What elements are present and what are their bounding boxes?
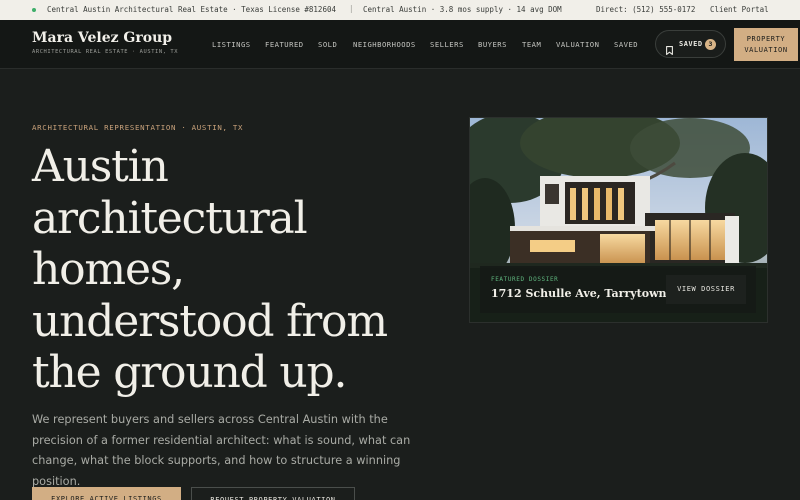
featured-address[interactable]: 1712 Schulle Ave, Tarrytown <box>491 287 667 300</box>
brand-logo[interactable]: Mara Velez Group <box>32 30 172 46</box>
divider: | <box>349 4 354 13</box>
nav-sold[interactable]: SOLD <box>318 40 337 49</box>
nav-neighborhoods[interactable]: NEIGHBORHOODS <box>353 40 416 49</box>
featured-dossier-card: FEATURED DOSSIER 1712 Schulle Ave, Tarry… <box>480 266 756 313</box>
status-dot-icon <box>32 8 36 12</box>
valuation-label-line2: VALUATION <box>744 45 788 54</box>
nav-sellers[interactable]: SELLERS <box>430 40 464 49</box>
headline-line: Austin <box>32 141 169 192</box>
hero-lead: We represent buyers and sellers across C… <box>32 413 411 488</box>
headline-line: architectural <box>32 192 308 244</box>
request-valuation-button[interactable]: REQUEST PROPERTY VALUATION <box>191 487 355 500</box>
headline-line: the ground up. <box>32 347 347 398</box>
nav-buyers[interactable]: BUYERS <box>478 40 507 49</box>
headline-line: understood from <box>32 295 388 347</box>
nav-team[interactable]: TEAM <box>522 40 541 49</box>
view-dossier-button[interactable]: VIEW DOSSIER <box>666 275 746 304</box>
bookmark-icon <box>666 40 673 59</box>
client-portal-link[interactable]: Client Portal <box>710 5 769 14</box>
hero-eyebrow: ARCHITECTURAL REPRESENTATION · AUSTIN, T… <box>32 123 244 132</box>
hero-headline: Austin architectural homes, understood f… <box>32 141 452 399</box>
nav-listings[interactable]: LISTINGS <box>212 40 251 49</box>
saved-count-badge: 3 <box>705 39 716 50</box>
nav-featured[interactable]: FEATURED <box>265 40 304 49</box>
phone-link[interactable]: Direct: (512) 555-0172 <box>596 5 695 14</box>
utility-bar: Central Austin Architectural Real Estate… <box>0 0 800 20</box>
saved-homes-button[interactable]: SAVED 3 <box>655 30 726 58</box>
site-header: Mara Velez Group ARCHITECTURAL REAL ESTA… <box>0 20 800 69</box>
nav-valuation[interactable]: VALUATION <box>556 40 599 49</box>
license-tagline: Central Austin Architectural Real Estate… <box>47 5 336 14</box>
brand-subtitle: ARCHITECTURAL REAL ESTATE · AUSTIN, TX <box>32 49 179 55</box>
headline-line: homes, <box>32 244 185 295</box>
saved-label: SAVED <box>679 40 703 48</box>
property-valuation-button[interactable]: PROPERTY VALUATION <box>734 28 798 61</box>
explore-listings-button[interactable]: EXPLORE ACTIVE LISTINGS <box>32 487 181 500</box>
nav-saved[interactable]: SAVED <box>614 40 638 49</box>
market-stats: Central Austin · 3.8 mos supply · 14 avg… <box>363 5 562 14</box>
featured-tag: FEATURED DOSSIER <box>491 276 559 283</box>
valuation-label-line1: PROPERTY <box>746 34 786 43</box>
